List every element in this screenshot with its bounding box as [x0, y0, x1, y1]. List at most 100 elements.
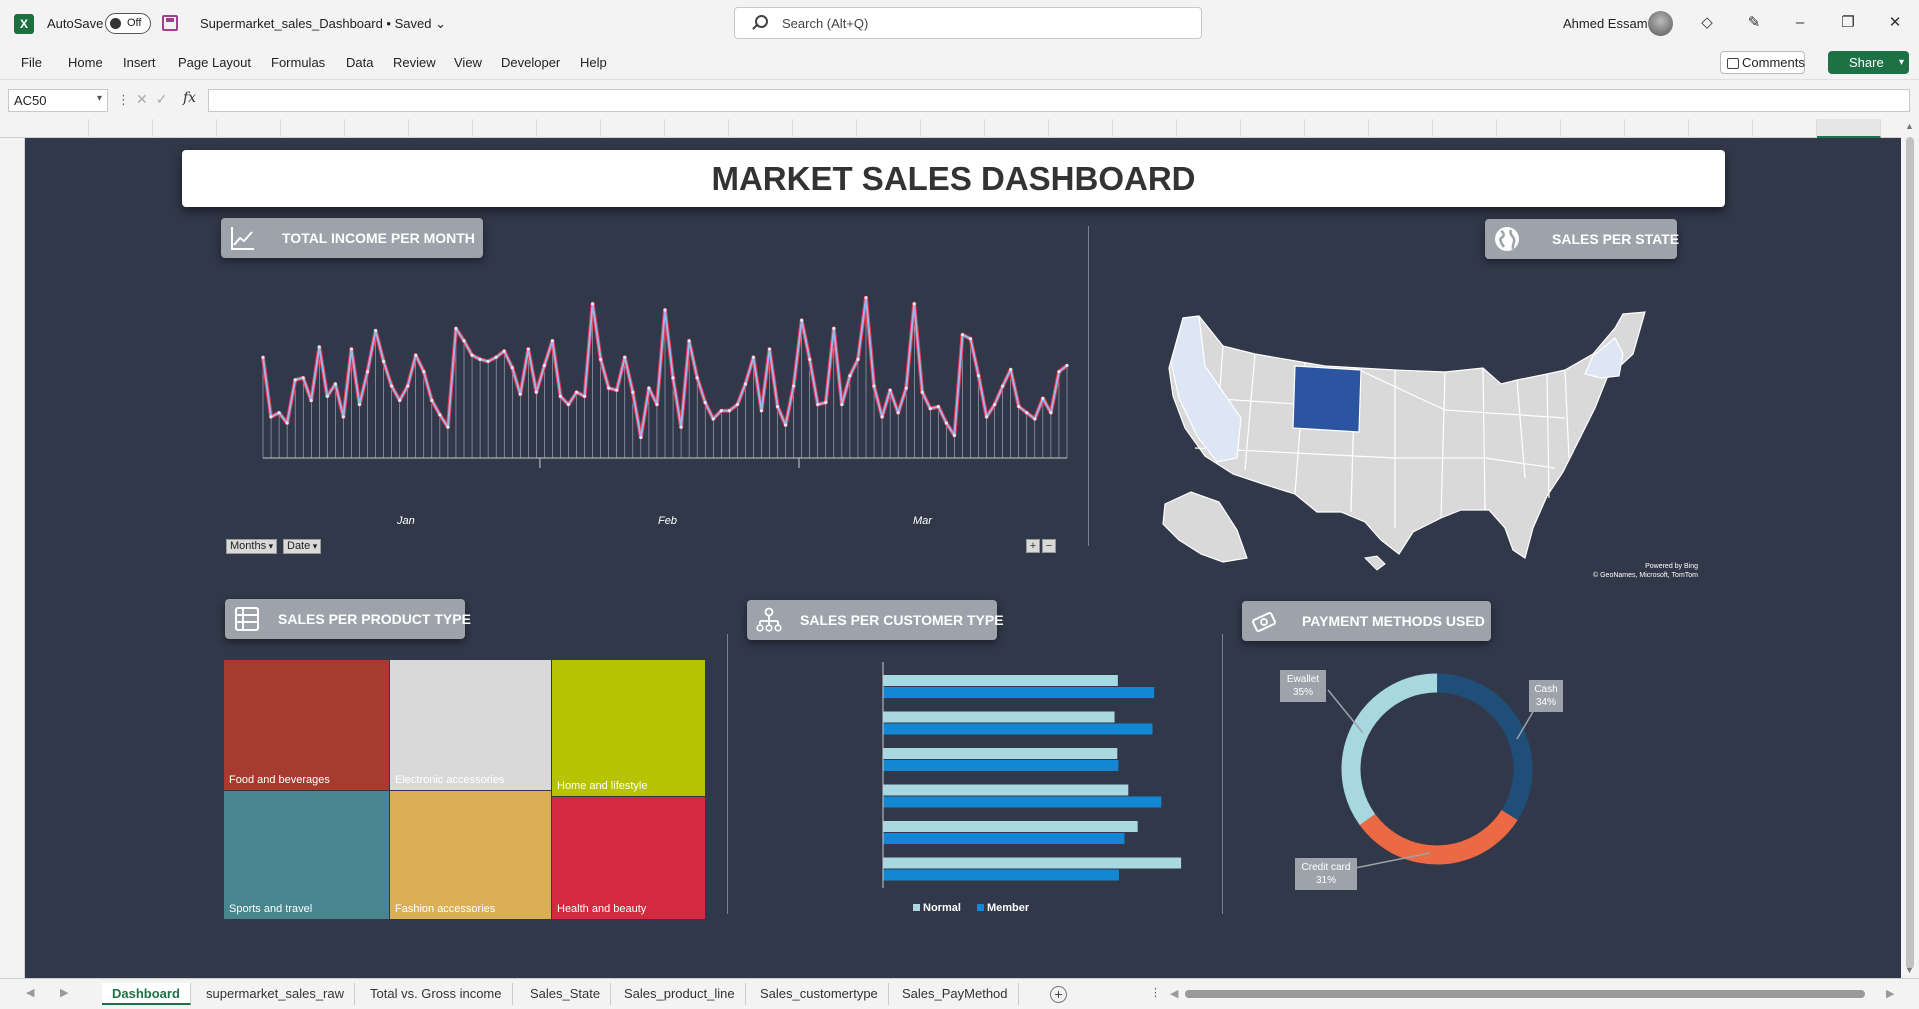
column-header-ab[interactable] [1753, 119, 1817, 138]
row-header[interactable] [0, 558, 24, 578]
row-header[interactable] [0, 958, 24, 978]
treemap-cell[interactable]: Fashion accessories [390, 791, 551, 919]
row-header[interactable] [0, 698, 24, 718]
row-header[interactable] [0, 178, 24, 198]
menu-help[interactable]: Help [580, 55, 607, 70]
menu-view[interactable]: View [454, 55, 482, 70]
pen-icon[interactable]: ✎ [1743, 12, 1765, 34]
user-name[interactable]: Ahmed Essam [1563, 16, 1648, 31]
column-header-x[interactable] [1497, 119, 1561, 138]
row-header[interactable] [0, 378, 24, 398]
row-header[interactable] [0, 678, 24, 698]
column-header-f[interactable] [345, 119, 409, 138]
column-header-k[interactable] [665, 119, 729, 138]
save-icon[interactable] [162, 15, 178, 31]
document-title[interactable]: Supermarket_sales_Dashboard • Saved ⌄ [200, 16, 446, 32]
row-header[interactable] [0, 198, 24, 218]
row-header[interactable] [0, 758, 24, 778]
row-header[interactable] [0, 258, 24, 278]
product-panel-title[interactable]: SALES PER PRODUCT TYPE [225, 599, 471, 639]
column-header-b[interactable] [89, 119, 153, 138]
column-header-n[interactable] [857, 119, 921, 138]
row-header[interactable] [0, 778, 24, 798]
more-icon[interactable]: ⋮ [117, 92, 130, 108]
row-header[interactable] [0, 318, 24, 338]
share-button[interactable]: Share [1828, 51, 1909, 74]
state-panel-title[interactable]: SALES PER STATE [1485, 219, 1679, 259]
tab-dashboard[interactable]: Dashboard [102, 983, 191, 1005]
usa-map[interactable] [1145, 258, 1705, 578]
income-line-chart[interactable] [255, 268, 1085, 468]
menu-developer[interactable]: Developer [501, 55, 560, 70]
collapse-button[interactable]: − [1042, 539, 1056, 553]
income-panel-title[interactable]: TOTAL INCOME PER MONTH [221, 218, 483, 258]
row-header[interactable] [0, 658, 24, 678]
add-sheet-icon[interactable]: + [1050, 986, 1067, 1003]
autosave-toggle[interactable]: Off [105, 13, 151, 34]
column-header-t[interactable] [1241, 119, 1305, 138]
row-header[interactable] [0, 798, 24, 818]
column-header-v[interactable] [1369, 119, 1433, 138]
tab-sales-product-line[interactable]: Sales_product_line [614, 983, 746, 1005]
tab-sales-customertype[interactable]: Sales_customertype [750, 983, 889, 1005]
treemap-cell[interactable]: Sports and travel [224, 791, 389, 919]
dashboard-sheet[interactable]: MARKET SALES DASHBOARD TOTAL INCOME PER … [25, 138, 1901, 978]
vertical-scrollbar[interactable]: ▲ ▼ [1901, 119, 1919, 978]
tab-sales-paymethod[interactable]: Sales_PayMethod [892, 983, 1019, 1005]
column-header-j[interactable] [601, 119, 665, 138]
row-header[interactable] [0, 918, 24, 938]
row-header[interactable] [0, 138, 24, 158]
column-header-i[interactable] [537, 119, 601, 138]
column-header-d[interactable] [217, 119, 281, 138]
months-field-button[interactable]: Months [226, 539, 278, 554]
row-header[interactable] [0, 898, 24, 918]
column-header-a[interactable] [25, 119, 89, 138]
menu-formulas[interactable]: Formulas [271, 55, 325, 70]
column-header-o[interactable] [921, 119, 985, 138]
column-header-c[interactable] [153, 119, 217, 138]
hscroll-thumb[interactable] [1185, 990, 1865, 998]
tab-supermarket-sales-raw[interactable]: supermarket_sales_raw [196, 983, 356, 1005]
customer-bar-chart[interactable] [725, 648, 1225, 928]
row-header[interactable] [0, 938, 24, 958]
tab-next-icon[interactable]: ▶ [60, 986, 68, 999]
column-header-u[interactable] [1305, 119, 1369, 138]
minimize-icon[interactable]: – [1789, 12, 1811, 34]
scroll-left-icon[interactable]: ◀ [1170, 987, 1178, 1000]
insert-function-icon[interactable]: fx [183, 90, 196, 106]
column-header-r[interactable] [1113, 119, 1177, 138]
treemap-cell[interactable]: Home and lifestyle [552, 660, 705, 796]
scrollbar-thumb[interactable] [1906, 137, 1914, 969]
comments-button[interactable]: Comments [1720, 51, 1805, 74]
row-header[interactable] [0, 718, 24, 738]
column-header-ac[interactable] [1817, 119, 1881, 138]
close-icon[interactable]: ✕ [1884, 12, 1906, 34]
row-header[interactable] [0, 218, 24, 238]
expand-button[interactable]: + [1026, 539, 1040, 553]
row-header[interactable] [0, 498, 24, 518]
column-header-w[interactable] [1433, 119, 1497, 138]
row-header[interactable] [0, 438, 24, 458]
row-header[interactable] [0, 838, 24, 858]
customer-panel-title[interactable]: SALES PER CUSTOMER TYPE [747, 600, 1004, 640]
row-header[interactable] [0, 158, 24, 178]
row-header[interactable] [0, 578, 24, 598]
menu-file[interactable]: File [21, 55, 42, 70]
row-header[interactable] [0, 358, 24, 378]
column-header-g[interactable] [409, 119, 473, 138]
cancel-enter-icons[interactable]: ✕✓ [136, 91, 175, 108]
tab-sales-state[interactable]: Sales_State [520, 983, 612, 1005]
column-header-aa[interactable] [1689, 119, 1753, 138]
row-header[interactable] [0, 598, 24, 618]
menu-insert[interactable]: Insert [123, 55, 156, 70]
menu-page-layout[interactable]: Page Layout [178, 55, 251, 70]
row-header[interactable] [0, 458, 24, 478]
scroll-up-icon[interactable]: ▲ [1905, 121, 1914, 131]
row-header[interactable] [0, 638, 24, 658]
column-header-h[interactable] [473, 119, 537, 138]
row-header[interactable] [0, 278, 24, 298]
menu-review[interactable]: Review [393, 55, 436, 70]
row-header[interactable] [0, 418, 24, 438]
row-header[interactable] [0, 338, 24, 358]
row-header[interactable] [0, 618, 24, 638]
